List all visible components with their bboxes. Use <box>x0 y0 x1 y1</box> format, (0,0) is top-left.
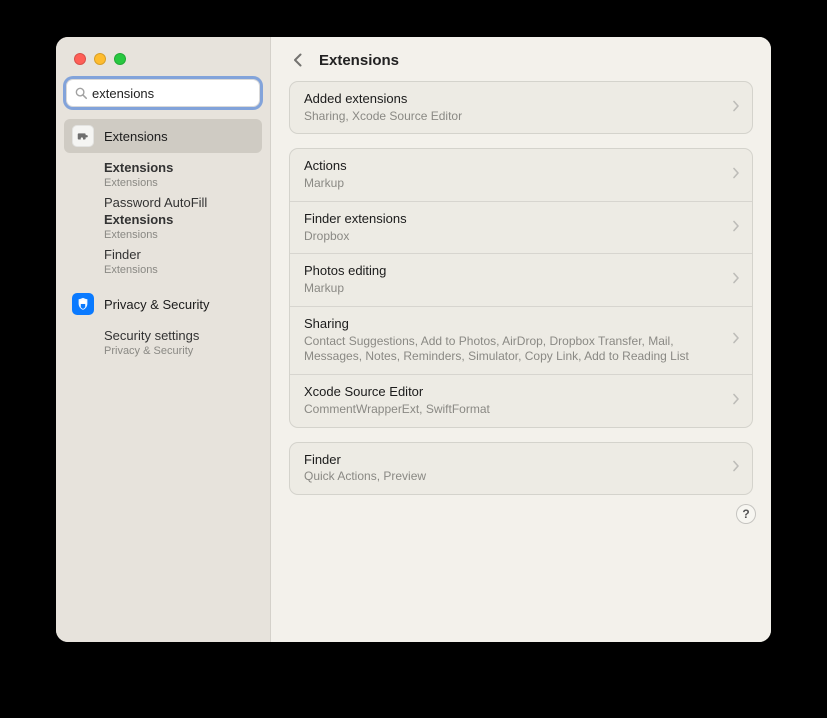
chevron-right-icon <box>732 392 740 410</box>
minimize-window-button[interactable] <box>94 53 106 65</box>
row-title: Actions <box>304 158 732 175</box>
settings-list: Added extensionsSharing, Xcode Source Ed… <box>271 81 771 527</box>
privacy-icon <box>72 293 94 315</box>
chevron-right-icon <box>732 459 740 477</box>
row-title: Added extensions <box>304 91 732 108</box>
sidebar-item-label: Privacy & Security <box>104 297 209 312</box>
search-results: Extensions ExtensionsExtensionsPassword … <box>56 117 270 370</box>
search-result-title: Password AutoFill Extensions <box>104 195 262 228</box>
settings-group: Added extensionsSharing, Xcode Source Ed… <box>289 81 753 134</box>
settings-group: ActionsMarkupFinder extensionsDropboxPho… <box>289 148 753 427</box>
search-result-item[interactable]: Security settingsPrivacy & Security <box>104 325 262 360</box>
row-title: Finder <box>304 452 732 469</box>
row-subtitle: Markup <box>304 281 732 297</box>
search-result-category: Privacy & Security <box>104 345 262 357</box>
search-field[interactable] <box>66 79 260 107</box>
search-result-title: Extensions <box>104 160 262 176</box>
close-window-button[interactable] <box>74 53 86 65</box>
chevron-right-icon <box>732 99 740 117</box>
settings-row[interactable]: Photos editingMarkup <box>290 253 752 305</box>
search-result-item[interactable]: FinderExtensions <box>104 244 262 279</box>
search-result-title: Finder <box>104 247 262 263</box>
settings-row[interactable]: Xcode Source EditorCommentWrapperExt, Sw… <box>290 374 752 426</box>
row-subtitle: Dropbox <box>304 229 732 245</box>
zoom-window-button[interactable] <box>114 53 126 65</box>
settings-row[interactable]: ActionsMarkup <box>290 149 752 200</box>
extensions-icon <box>72 125 94 147</box>
chevron-right-icon <box>732 166 740 184</box>
sidebar-item-extensions[interactable]: Extensions <box>64 119 262 153</box>
row-title: Xcode Source Editor <box>304 384 732 401</box>
window-controls <box>56 37 270 65</box>
search-result-title: Security settings <box>104 328 262 344</box>
row-subtitle: Contact Suggestions, Add to Photos, AirD… <box>304 334 732 365</box>
help-button[interactable]: ? <box>736 504 756 524</box>
row-subtitle: Markup <box>304 176 732 192</box>
settings-row[interactable]: SharingContact Suggestions, Add to Photo… <box>290 306 752 374</box>
settings-row[interactable]: Finder extensionsDropbox <box>290 201 752 253</box>
row-subtitle: Quick Actions, Preview <box>304 469 732 485</box>
search-result-category: Extensions <box>104 264 262 276</box>
sidebar-item-label: Extensions <box>104 129 168 144</box>
row-title: Photos editing <box>304 263 732 280</box>
settings-group: FinderQuick Actions, Preview <box>289 442 753 495</box>
search-icon <box>74 86 88 100</box>
system-settings-window: Extensions ExtensionsExtensionsPassword … <box>56 37 771 642</box>
sidebar-item-privacy-security[interactable]: Privacy & Security <box>64 287 262 321</box>
page-title: Extensions <box>319 52 399 69</box>
chevron-right-icon <box>732 219 740 237</box>
sidebar: Extensions ExtensionsExtensionsPassword … <box>56 37 271 642</box>
search-result-category: Extensions <box>104 177 262 189</box>
search-result-category: Extensions <box>104 229 262 241</box>
settings-row[interactable]: FinderQuick Actions, Preview <box>290 443 752 494</box>
content-pane: Extensions Added extensionsSharing, Xcod… <box>271 37 771 642</box>
back-button[interactable] <box>289 51 307 69</box>
content-header: Extensions <box>271 37 771 81</box>
search-result-item[interactable]: Password AutoFill ExtensionsExtensions <box>104 192 262 244</box>
row-subtitle: CommentWrapperExt, SwiftFormat <box>304 402 732 418</box>
chevron-right-icon <box>732 271 740 289</box>
row-subtitle: Sharing, Xcode Source Editor <box>304 109 732 125</box>
search-result-item[interactable]: ExtensionsExtensions <box>104 157 262 192</box>
row-title: Finder extensions <box>304 211 732 228</box>
chevron-right-icon <box>732 331 740 349</box>
row-title: Sharing <box>304 316 732 333</box>
search-input[interactable] <box>88 86 272 101</box>
settings-row[interactable]: Added extensionsSharing, Xcode Source Ed… <box>290 82 752 133</box>
chevron-left-icon <box>292 53 304 67</box>
